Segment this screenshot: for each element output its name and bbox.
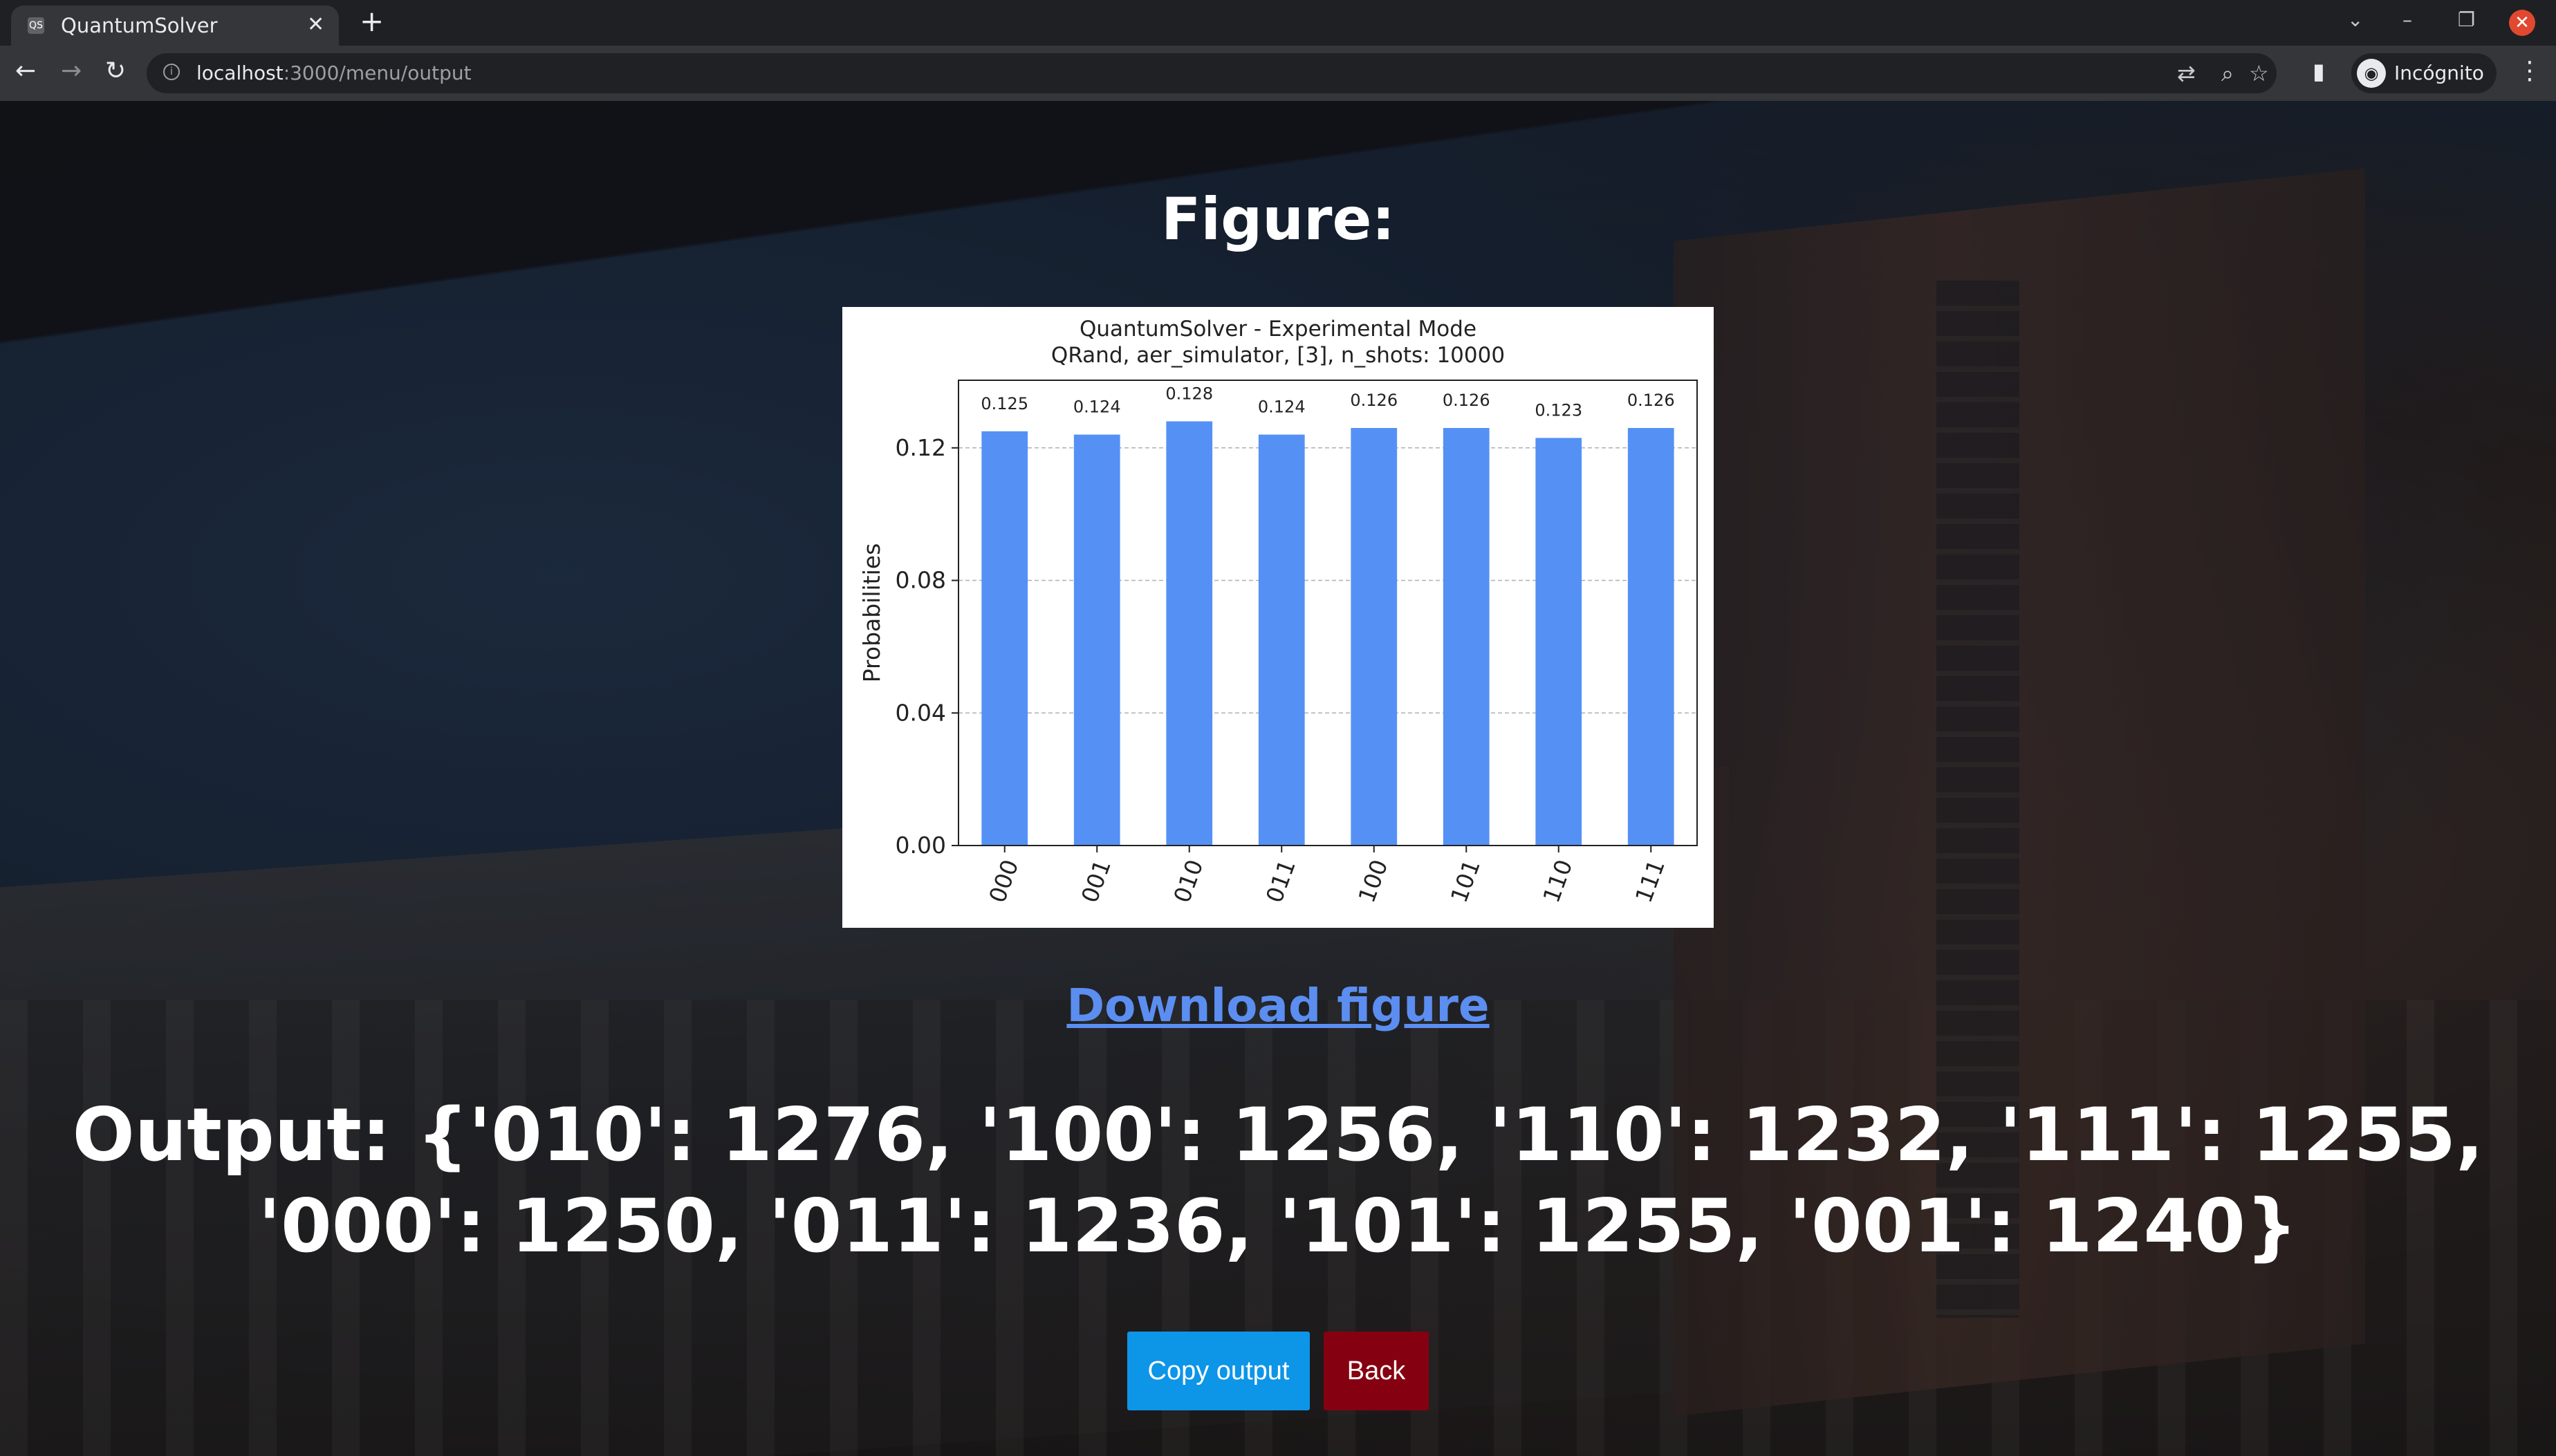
x-tick-label: 001	[1076, 856, 1116, 906]
y-tick-label: 0.04	[896, 699, 946, 726]
figure-heading: Figure:	[1160, 185, 1396, 253]
bookmark-star-icon[interactable]: ☆	[2249, 60, 2269, 86]
y-tick-label: 0.12	[896, 434, 946, 461]
output-text: Output: {'010': 1276, '100': 1256, '110'…	[72, 1092, 2484, 1269]
reload-icon[interactable]: ↻	[105, 57, 126, 85]
result-figure: QuantumSolver - Experimental Mode QRand, …	[842, 307, 1714, 928]
translate-icon[interactable]: ⇄	[2177, 60, 2196, 86]
bar-100	[1351, 428, 1398, 846]
bar-value-label: 0.126	[1350, 391, 1398, 410]
bar-value-label: 0.126	[1627, 391, 1675, 410]
y-axis-label: Probabilities	[858, 543, 885, 683]
bar-001	[1073, 434, 1120, 846]
url-text[interactable]: localhost:3000/menu/output	[196, 62, 472, 84]
x-tick-label: 010	[1168, 856, 1208, 906]
bar-value-label: 0.123	[1535, 400, 1582, 420]
bar-101	[1443, 428, 1490, 846]
bar-value-label: 0.126	[1443, 391, 1490, 410]
bar-111	[1627, 428, 1674, 846]
browser-toolbar: ← → ↻ i localhost:3000/menu/output ⇄ ⌕ ☆…	[0, 46, 2556, 101]
bar-011	[1258, 434, 1305, 846]
x-tick-label: 111	[1630, 856, 1670, 906]
tab-search-icon[interactable]: ⌄	[2347, 8, 2363, 31]
bar-value-label: 0.124	[1073, 398, 1121, 417]
restore-icon[interactable]: ❐	[2458, 8, 2475, 31]
side-panel-icon[interactable]: ▮	[2313, 58, 2325, 84]
y-tick-label: 0.08	[896, 567, 946, 594]
incognito-icon: ◉	[2357, 59, 2386, 88]
x-tick-label: 011	[1261, 856, 1301, 906]
back-arrow-icon[interactable]: ←	[15, 57, 36, 85]
favicon-icon: QS	[28, 17, 44, 34]
back-button[interactable]: Back	[1324, 1332, 1429, 1410]
browser-tab[interactable]: QS QuantumSolver ✕	[11, 6, 339, 46]
bar-value-label: 0.128	[1165, 384, 1213, 403]
browser-menu-icon[interactable]: ⋮	[2517, 57, 2542, 85]
x-tick-label: 110	[1537, 856, 1577, 906]
plot-frame	[958, 380, 1698, 846]
x-tick-label: 000	[983, 856, 1024, 906]
download-figure: Download figure	[0, 979, 2556, 1032]
bar-value-label: 0.125	[981, 394, 1028, 413]
tab-close-icon[interactable]: ✕	[307, 12, 324, 37]
y-tick-label: 0.00	[896, 832, 946, 859]
profile-label: Incógnito	[2394, 62, 2484, 84]
copy-output-button[interactable]: Copy output	[1127, 1332, 1310, 1410]
bar-010	[1166, 421, 1213, 846]
x-tick-label: 100	[1353, 856, 1393, 906]
page-content: Figure: QuantumSolver - Experimental Mod…	[0, 101, 2556, 1456]
minimize-icon[interactable]: –	[2402, 8, 2412, 31]
download-figure-link[interactable]: Download figure	[1066, 979, 1489, 1032]
probability-bar-chart: QuantumSolver - Experimental ModeQRand, …	[858, 317, 1698, 906]
chart-title: QuantumSolver - Experimental Mode	[1080, 317, 1476, 342]
tab-title: QuantumSolver	[61, 14, 218, 37]
browser-tab-bar: QS QuantumSolver ✕ + ⌄ – ❐ ✕	[0, 0, 2556, 46]
bar-110	[1535, 438, 1582, 846]
bar-value-label: 0.124	[1258, 398, 1306, 417]
chart-subtitle: QRand, aer_simulator, [3], n_shots: 1000…	[1051, 343, 1505, 368]
zoom-icon[interactable]: ⌕	[2221, 60, 2234, 87]
address-bar[interactable]: i localhost:3000/menu/output ⇄ ⌕ ☆	[147, 53, 2277, 93]
incognito-profile-button[interactable]: ◉ Incógnito	[2351, 53, 2497, 93]
forward-arrow-icon[interactable]: →	[61, 57, 82, 85]
site-info-icon[interactable]: i	[163, 64, 180, 80]
bar-000	[981, 431, 1028, 846]
new-tab-icon[interactable]: +	[360, 4, 384, 38]
x-tick-label: 101	[1445, 856, 1485, 906]
window-close-icon[interactable]: ✕	[2509, 10, 2535, 36]
